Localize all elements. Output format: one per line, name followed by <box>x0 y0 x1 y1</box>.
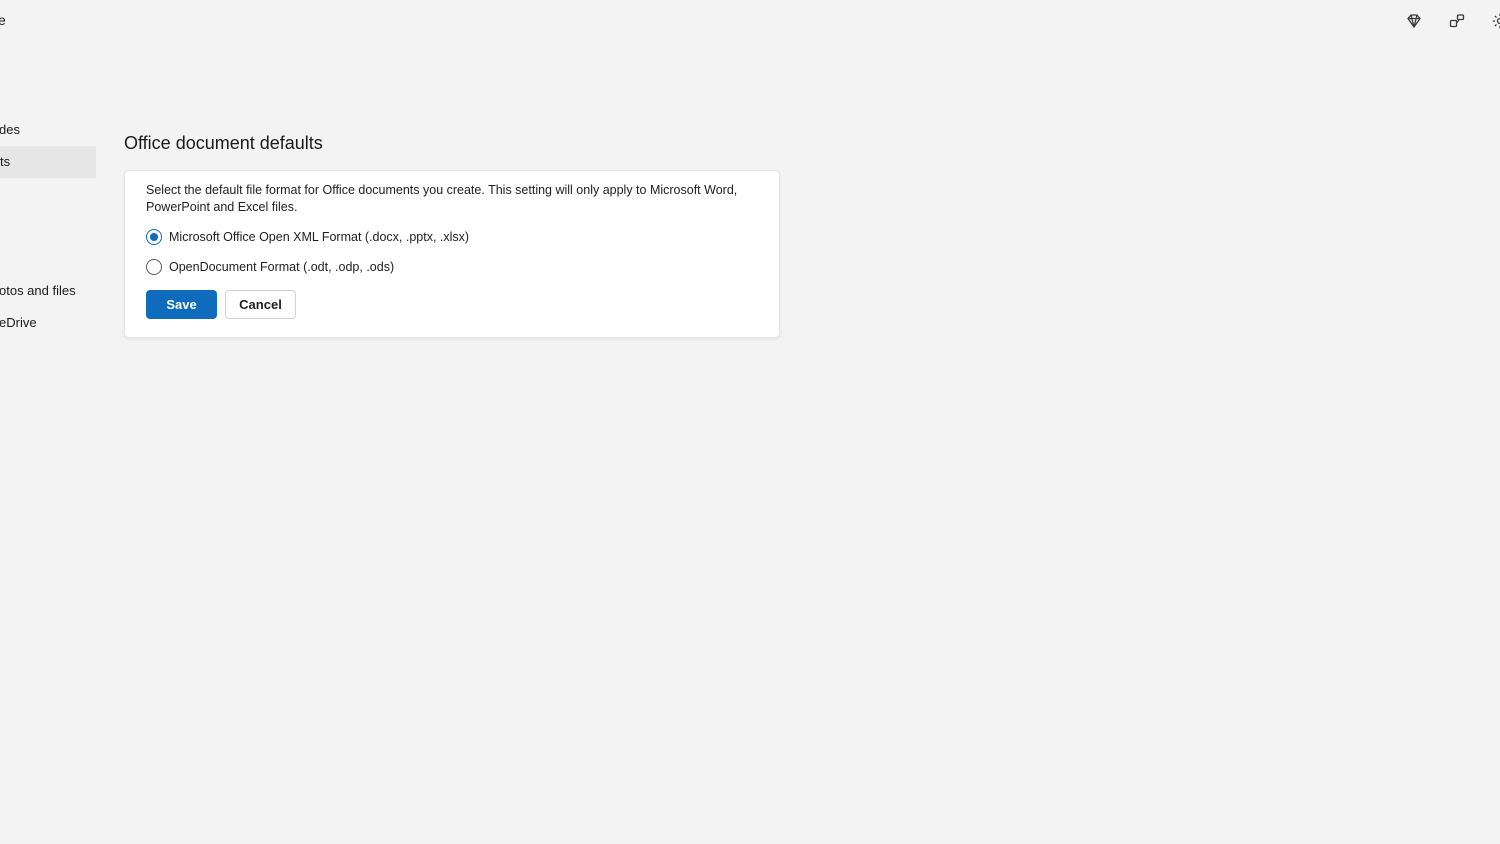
page-title: Office document defaults <box>124 133 323 153</box>
premium-diamond-icon[interactable] <box>1404 11 1424 31</box>
radio-button-ooxml[interactable] <box>146 229 162 245</box>
settings-gear-icon[interactable] <box>1490 11 1500 31</box>
radio-label-opendocument: OpenDocument Format (.odt, .odp, .ods) <box>169 260 395 274</box>
sidebar-item-onedrive[interactable]: eDrive <box>0 307 96 339</box>
sidebar-nav: des ts otos and files eDrive <box>0 0 96 844</box>
cancel-button[interactable]: Cancel <box>225 290 296 319</box>
sidebar-item-label: ts <box>0 154 11 169</box>
office-defaults-card: Select the default file format for Offic… <box>124 170 780 338</box>
save-button[interactable]: Save <box>146 290 217 319</box>
sidebar-item-label: eDrive <box>0 315 37 330</box>
radio-option-ooxml[interactable]: Microsoft Office Open XML Format (.docx,… <box>146 227 469 247</box>
sidebar-item-label: des <box>0 122 20 137</box>
sidebar-item-photos-and-files[interactable]: otos and files <box>0 275 96 307</box>
toolbar-icons <box>1404 11 1500 33</box>
radio-button-opendocument[interactable] <box>146 259 162 275</box>
radio-option-opendocument[interactable]: OpenDocument Format (.odt, .odp, .ods) <box>146 257 394 277</box>
sidebar-item-office-document-defaults[interactable]: ts <box>0 146 96 178</box>
sidebar-item-label: otos and files <box>0 283 76 298</box>
share-apps-icon[interactable] <box>1447 11 1467 31</box>
radio-label-ooxml: Microsoft Office Open XML Format (.docx,… <box>169 230 470 244</box>
settings-page: e des ts otos and files eDrive Office do… <box>0 0 1500 844</box>
description-text: Select the default file format for Offic… <box>146 183 738 214</box>
sidebar-item-themes[interactable]: des <box>0 114 96 146</box>
